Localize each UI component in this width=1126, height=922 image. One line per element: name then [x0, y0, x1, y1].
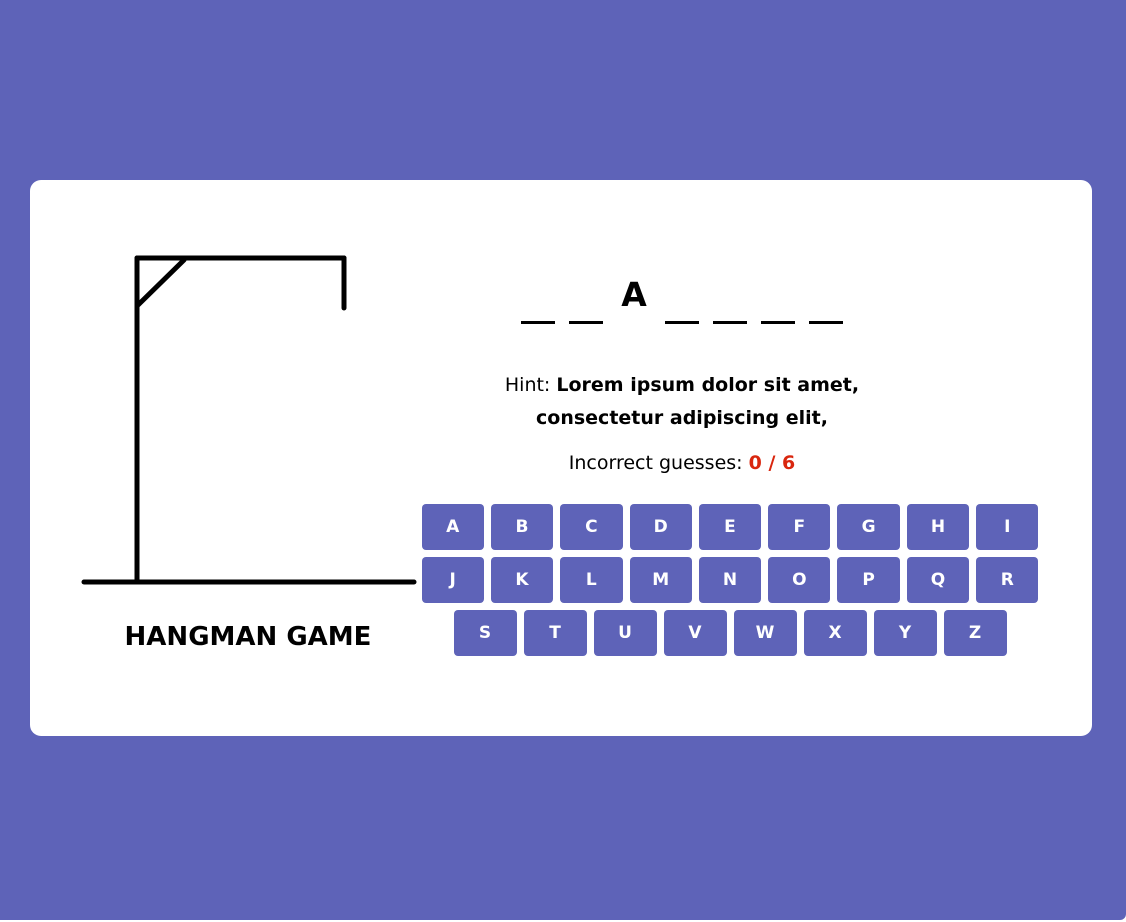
- word-letter-slot: [809, 269, 843, 324]
- key-x-button[interactable]: X: [803, 610, 867, 656]
- key-f-button[interactable]: F: [768, 504, 831, 550]
- gallows-brace: [134, 257, 187, 309]
- word-letter-slot: [569, 269, 603, 324]
- key-e-button[interactable]: E: [698, 504, 762, 550]
- gallows-icon: [81, 255, 417, 585]
- word-letter-slot: [713, 269, 747, 324]
- word-display: A: [418, 268, 946, 324]
- word-letter-slot: [761, 269, 795, 324]
- incorrect-guesses: Incorrect guesses: 0 / 6: [418, 452, 946, 474]
- guesses-count: 0 / 6: [748, 452, 796, 474]
- key-i-button[interactable]: I: [976, 504, 1039, 550]
- game-card: HANGMAN GAME A Hint: Lorem ipsum dolor s…: [30, 180, 1092, 736]
- key-d-button[interactable]: D: [629, 504, 692, 550]
- key-g-button[interactable]: G: [837, 504, 900, 550]
- page-title: HANGMAN GAME: [124, 622, 372, 652]
- hint-text: Hint: Lorem ipsum dolor sit amet, consec…: [450, 369, 914, 435]
- key-h-button[interactable]: H: [906, 504, 970, 550]
- key-k-button[interactable]: K: [490, 557, 554, 603]
- key-m-button[interactable]: M: [629, 557, 692, 603]
- key-c-button[interactable]: C: [560, 504, 623, 550]
- key-o-button[interactable]: O: [768, 557, 831, 603]
- keyboard: ABCDEFGHI JKLMNOPQR STUVWXYZ: [418, 504, 1042, 663]
- word-letter-slot: [521, 269, 555, 324]
- key-j-button[interactable]: J: [421, 557, 484, 603]
- page-background: HANGMAN GAME A Hint: Lorem ipsum dolor s…: [0, 0, 1126, 920]
- hint-label: Hint:: [504, 374, 557, 396]
- key-s-button[interactable]: S: [453, 610, 517, 656]
- key-z-button[interactable]: Z: [943, 610, 1007, 656]
- key-w-button[interactable]: W: [733, 610, 797, 656]
- guesses-label: Incorrect guesses:: [568, 452, 749, 474]
- word-letter-slot: [665, 269, 699, 324]
- key-n-button[interactable]: N: [698, 557, 762, 603]
- keyboard-row: JKLMNOPQR: [418, 557, 1042, 603]
- key-q-button[interactable]: Q: [906, 557, 970, 603]
- key-v-button[interactable]: V: [663, 610, 727, 656]
- key-a-button[interactable]: A: [421, 504, 484, 550]
- keyboard-row: STUVWXYZ: [418, 610, 1042, 656]
- key-p-button[interactable]: P: [837, 557, 900, 603]
- key-y-button[interactable]: Y: [873, 610, 937, 656]
- key-t-button[interactable]: T: [523, 610, 587, 656]
- key-u-button[interactable]: U: [593, 610, 657, 656]
- word-letter-slot: A: [621, 275, 647, 314]
- key-r-button[interactable]: R: [976, 557, 1039, 603]
- hint-value: Lorem ipsum dolor sit amet, consectetur …: [536, 374, 860, 429]
- key-b-button[interactable]: B: [490, 504, 554, 550]
- keyboard-row: ABCDEFGHI: [418, 504, 1042, 550]
- key-l-button[interactable]: L: [560, 557, 623, 603]
